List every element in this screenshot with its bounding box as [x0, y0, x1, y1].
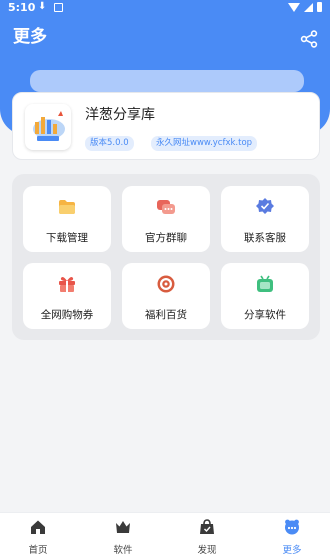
wifi-icon: [288, 2, 300, 12]
grid-item-shopping-coupons[interactable]: 全网购物券: [23, 263, 111, 329]
badge-icon: [256, 198, 274, 214]
grid-label: 全网购物券: [40, 309, 94, 321]
app-logo: [25, 104, 71, 150]
nav-item-discover[interactable]: 发现: [177, 513, 237, 555]
chat-icon: [157, 200, 175, 214]
status-bar: 5:10 ⬇: [0, 0, 330, 16]
page-title: 更多: [13, 27, 47, 47]
grid-label: 官方群聊: [145, 232, 187, 244]
nav-label: 发现: [197, 545, 217, 555]
grid-item-customer-service[interactable]: 联系客服: [221, 186, 309, 252]
grid-item-share-software[interactable]: 分享软件: [221, 263, 309, 329]
crown-icon: [116, 521, 130, 533]
signal-icon: [304, 2, 313, 12]
card-backdrop: [30, 70, 304, 92]
app-info-card: 洋葱分享库 版本5.0.0 永久网址www.ycfxk.top: [12, 92, 320, 160]
tv-icon: [257, 275, 273, 292]
status-icons: [288, 2, 322, 12]
nav-item-software[interactable]: 软件: [93, 513, 153, 555]
app-logo-image: [33, 111, 65, 141]
target-icon: [157, 275, 175, 293]
home-icon: [31, 520, 45, 534]
nav-label: 首页: [28, 545, 48, 555]
more-icon: [285, 519, 299, 535]
nav-label: 软件: [113, 545, 133, 555]
nav-item-home[interactable]: 首页: [8, 513, 68, 555]
grid-item-official-group[interactable]: 官方群聊: [122, 186, 210, 252]
grid-label: 分享软件: [244, 309, 286, 321]
status-time: 5:10: [8, 1, 36, 14]
folder-icon: [59, 200, 75, 214]
url-tag[interactable]: 永久网址www.ycfxk.top: [151, 136, 258, 151]
grid-label: 联系客服: [244, 232, 286, 244]
grid-label: 下载管理: [46, 232, 88, 244]
nav-item-more[interactable]: 更多: [262, 513, 322, 555]
battery-icon: [317, 2, 322, 12]
nav-label: 更多: [282, 545, 302, 555]
feature-grid: 下载管理 官方群聊 联系客服 全网购物券 福利百货 分享软件: [12, 174, 320, 340]
notification-icon: [54, 3, 63, 12]
bag-icon: [200, 519, 214, 534]
grid-label: 福利百货: [145, 309, 187, 321]
gift-icon: [59, 277, 75, 292]
bottom-nav: 首页 软件 发现 更多: [0, 512, 330, 555]
grid-item-welfare-goods[interactable]: 福利百货: [122, 263, 210, 329]
share-icon[interactable]: [300, 30, 318, 48]
app-name: 洋葱分享库: [85, 107, 155, 123]
download-icon: ⬇: [38, 1, 47, 12]
grid-item-download-manager[interactable]: 下载管理: [23, 186, 111, 252]
version-tag: 版本5.0.0: [85, 136, 134, 151]
